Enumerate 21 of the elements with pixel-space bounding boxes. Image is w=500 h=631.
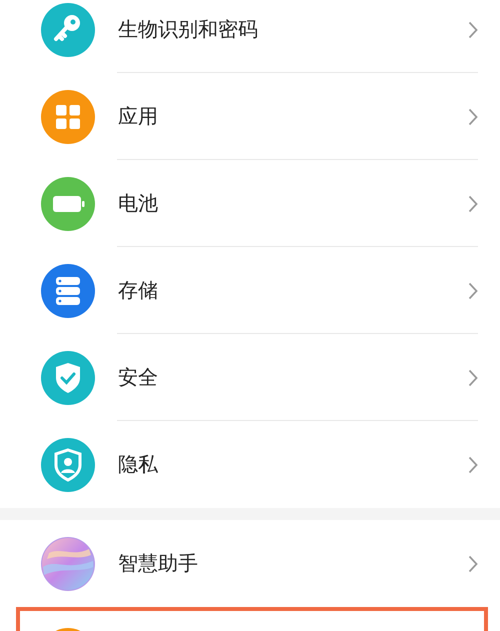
chevron-right-icon — [468, 456, 478, 474]
settings-row[interactable]: 生物识别和密码 — [0, 0, 500, 73]
setting-label: 安全 — [118, 364, 159, 391]
settings-row[interactable]: 电池 — [0, 160, 500, 247]
chevron-right-icon — [468, 282, 478, 300]
settings-row[interactable]: 智慧助手 — [0, 520, 500, 607]
setting-label: 存储 — [118, 277, 159, 304]
chevron-right-icon — [468, 554, 478, 572]
setting-label: 智慧助手 — [118, 550, 199, 577]
setting-label: 隐私 — [118, 451, 159, 478]
settings-row[interactable]: 存储 — [0, 247, 500, 334]
settings-row[interactable]: 安全 — [0, 334, 500, 421]
settings-row[interactable]: 隐私 — [0, 421, 500, 508]
chevron-right-icon — [468, 108, 478, 126]
setting-label: 生物识别和密码 — [118, 16, 259, 43]
chevron-right-icon — [468, 194, 478, 212]
chevron-right-icon — [468, 20, 478, 38]
chevron-right-icon — [468, 368, 478, 386]
setting-label: 应用 — [118, 103, 159, 130]
settings-row[interactable]: 应用 — [0, 73, 500, 160]
setting-label: 电池 — [118, 190, 159, 217]
